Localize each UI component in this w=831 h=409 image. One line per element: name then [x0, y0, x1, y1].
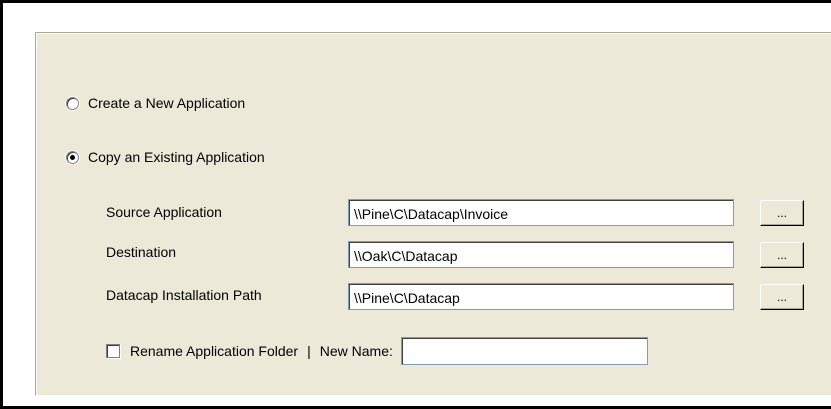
source-application-browse-button[interactable]: ... — [760, 200, 804, 226]
copy-existing-radio[interactable] — [66, 150, 79, 164]
source-application-label: Source Application — [106, 204, 222, 220]
rename-folder-row: Rename Application Folder | New Name: — [106, 337, 648, 365]
source-application-input[interactable] — [348, 199, 734, 226]
copy-existing-option[interactable]: Copy an Existing Application — [66, 147, 265, 167]
new-name-input[interactable] — [400, 337, 648, 365]
install-path-browse-button[interactable]: ... — [760, 284, 804, 310]
rename-folder-label[interactable]: Rename Application Folder — [130, 341, 298, 361]
install-path-label: Datacap Installation Path — [106, 287, 262, 303]
create-new-radio[interactable] — [66, 96, 79, 110]
create-new-label[interactable]: Create a New Application — [88, 93, 245, 113]
destination-browse-button[interactable]: ... — [760, 242, 804, 268]
new-name-label: New Name: — [319, 343, 393, 359]
separator: | — [307, 343, 311, 359]
create-new-option[interactable]: Create a New Application — [66, 93, 245, 113]
rename-folder-checkbox[interactable] — [106, 344, 120, 358]
copy-existing-label[interactable]: Copy an Existing Application — [88, 147, 265, 167]
destination-input[interactable] — [348, 241, 734, 268]
destination-label: Destination — [106, 244, 177, 260]
install-path-input[interactable] — [348, 283, 734, 310]
